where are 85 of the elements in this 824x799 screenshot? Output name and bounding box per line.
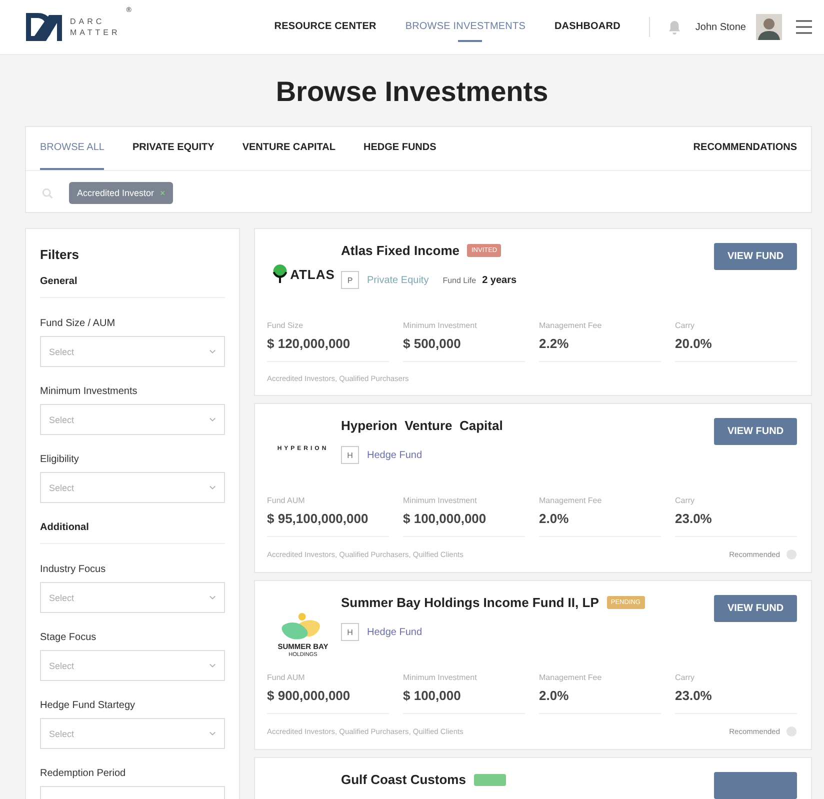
fund-life-label: Fund Life: [442, 276, 476, 284]
type-letter: H: [341, 446, 359, 464]
metric-label: Fund AUM: [267, 496, 306, 505]
metric-value: $ 95,100,000,000: [267, 511, 370, 526]
metric-value: 23.0%: [675, 511, 713, 526]
chevron-down-icon: [209, 731, 216, 736]
metric-label: Management Fee: [539, 321, 603, 330]
metric-value: $ 100,000: [403, 688, 462, 703]
filter-section-heading: General: [40, 276, 225, 298]
filter-label: Hedge Fund Startegy: [40, 700, 136, 711]
nav-link[interactable]: BROWSE INVESTMENTS: [405, 14, 526, 40]
metric-label: Management Fee: [539, 496, 603, 505]
tree-icon: [271, 264, 290, 284]
select-field[interactable]: Select: [40, 472, 225, 503]
metric-value: 2.0%: [539, 688, 570, 703]
metric-label: Minimum Investment: [403, 496, 478, 505]
nav-link[interactable]: DASHBOARD: [554, 14, 620, 40]
metric-value: 20.0%: [675, 336, 713, 351]
filter-chip[interactable]: Accredited Investor ×: [69, 182, 174, 204]
filter-label: Stage Focus: [40, 632, 98, 643]
filter-label: Eligibility: [40, 454, 80, 465]
chip-label: Accredited Investor: [77, 188, 154, 198]
nav-link[interactable]: RESOURCE CENTER: [274, 14, 376, 40]
category-tab[interactable]: HEDGE FUNDS: [364, 127, 436, 170]
metric-value: 23.0%: [675, 688, 713, 703]
filters-title: Filters: [40, 247, 80, 262]
metric-value: 2.0%: [539, 511, 570, 526]
category-tab[interactable]: PRIVATE EQUITY: [132, 127, 214, 170]
metric-label: Fund Size: [267, 321, 304, 330]
select-field[interactable]: Select: [40, 336, 225, 367]
logo-text: ATLAS: [290, 266, 335, 282]
fund-name: Summer Bay Holdings Income Fund II, LP: [341, 595, 599, 610]
metric-label: Carry: [675, 496, 696, 505]
metric-label: Carry: [675, 673, 696, 682]
fund-life-value: 2 years: [482, 274, 517, 286]
fund-name: Hyperion Venture Capital: [341, 418, 503, 433]
filter-label: Redemption Period: [40, 768, 127, 779]
metric-label: Minimum Investment: [403, 673, 478, 682]
avatar[interactable]: [756, 14, 782, 40]
metric-label: Management Fee: [539, 673, 603, 682]
select-field[interactable]: Select: [40, 650, 225, 681]
chevron-down-icon: [209, 663, 216, 668]
fund-type: Hedge Fund: [367, 450, 422, 460]
page-title: Browse Investments: [274, 75, 550, 109]
select-field[interactable]: Select: [40, 718, 225, 749]
logo-text: MATTER: [70, 27, 120, 38]
fund-type: Hedge Fund: [367, 626, 422, 638]
type-letter: H: [341, 623, 359, 641]
user-name[interactable]: John Stone: [695, 22, 746, 32]
view-fund-button[interactable]: [714, 772, 797, 799]
metric-value: 2.2%: [539, 336, 570, 351]
metric-label: Carry: [675, 321, 696, 330]
metric-value: $ 120,000,000: [267, 336, 352, 351]
filter-label: Minimum Investments: [40, 386, 138, 397]
category-tab[interactable]: VENTURE CAPITAL: [242, 127, 336, 170]
logo-icon: [24, 11, 64, 43]
metric-label: Minimum Investment: [403, 321, 478, 330]
metric-value: $ 500,000: [403, 336, 462, 351]
type-letter: P: [341, 271, 359, 289]
filter-label: Industry Focus: [40, 564, 107, 575]
select-field[interactable]: Select: [40, 404, 225, 435]
info-icon[interactable]: [786, 726, 797, 737]
metric-label: Fund AUM: [267, 673, 306, 682]
category-tab[interactable]: BROWSE ALL: [40, 127, 104, 170]
chevron-down-icon: [209, 595, 216, 600]
info-icon[interactable]: [786, 549, 797, 560]
search-icon[interactable]: [42, 188, 53, 198]
view-fund-button[interactable]: VIEW FUND: [714, 243, 797, 270]
bell-icon[interactable]: [668, 20, 682, 34]
fund-name: Atlas Fixed Income: [341, 243, 460, 258]
chevron-down-icon: [209, 417, 216, 422]
metric-value: $ 900,000,000: [267, 688, 352, 703]
menu-icon[interactable]: [796, 20, 812, 34]
logo-text: DARC: [70, 16, 106, 27]
select-field[interactable]: Select: [40, 582, 225, 613]
fund-name: Gulf Coast Customs: [341, 772, 466, 787]
fund-type: Private Equity: [367, 274, 429, 286]
filter-label: Fund Size / AUM: [40, 318, 116, 329]
recommendations-tab[interactable]: RECOMMENDATIONS: [693, 127, 797, 170]
metric-value: $ 100,000,000: [403, 511, 488, 526]
chevron-down-icon: [209, 485, 216, 490]
filter-section-heading: Additional: [40, 522, 225, 544]
chevron-down-icon: [209, 349, 216, 354]
view-fund-button[interactable]: VIEW FUND: [714, 418, 797, 445]
view-fund-button[interactable]: VIEW FUND: [714, 595, 797, 622]
